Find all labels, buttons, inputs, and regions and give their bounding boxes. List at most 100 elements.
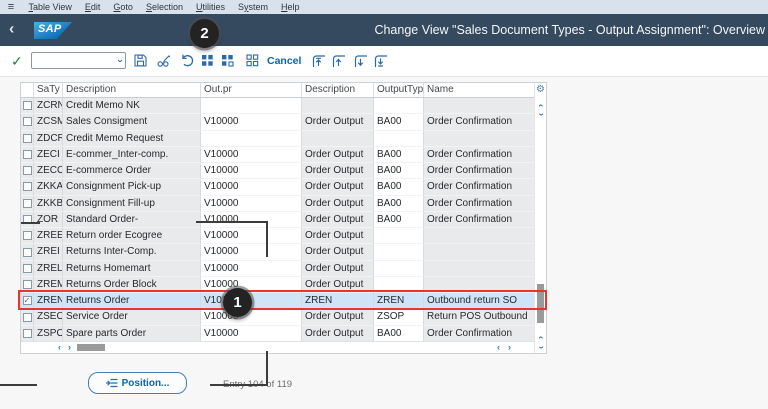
cell-saty[interactable]: ZREN [34, 293, 63, 310]
cell-outpr-input[interactable]: V10000 [201, 179, 302, 196]
header-saty[interactable]: SaTy [34, 83, 63, 97]
cell-outputtype-input[interactable]: BA00 [374, 114, 424, 131]
table-row-zrel[interactable]: ZREL Returns Homemart V10000 Order Output [21, 260, 546, 277]
chevron-down-icon[interactable]: ‹ [114, 59, 125, 62]
header-outputtype[interactable]: OutputType [374, 83, 424, 97]
cell-outputtype-input[interactable]: BA00 [374, 146, 424, 164]
row-checkbox[interactable] [21, 211, 34, 229]
cell-saty[interactable]: ZREL [34, 260, 63, 277]
table-row-zree[interactable]: ZREE Return order Ecogree V10000 Order Outp… [21, 228, 546, 245]
save-icon[interactable] [133, 53, 148, 68]
table-row-zeco[interactable]: ZECO E-commerce Order V10000 Order Output BA… [21, 163, 546, 180]
cell-saty[interactable]: ZCSM [34, 114, 63, 131]
row-checkbox[interactable] [21, 146, 34, 164]
table-row-zrem[interactable]: ZREM Returns Order Block V10000 Order Outpu… [21, 276, 546, 294]
scroll-down-icon[interactable]: ‹ [536, 343, 546, 353]
scroll-down-icon[interactable]: ‹ [536, 110, 546, 120]
select-all-icon[interactable] [245, 53, 260, 68]
table-row-zcsm[interactable]: ZCSM Sales Consigment V10000 Order Output BA… [21, 114, 546, 131]
cell-outputtype-input[interactable]: ZSOP [374, 309, 424, 326]
scroll-right-icon[interactable]: › [68, 343, 71, 352]
row-checkbox[interactable] [21, 114, 34, 131]
cell-outputtype-input[interactable]: BA00 [374, 163, 424, 180]
cell-saty[interactable]: ZOR [34, 211, 63, 229]
display-change-icon[interactable] [156, 53, 171, 68]
table-row-zseo[interactable]: ZSEO Service Order V10000 Order Output ZSOP R… [21, 309, 546, 326]
cell-saty[interactable]: ZSEO [34, 309, 63, 326]
next-page-icon[interactable] [353, 53, 368, 68]
scroll-up-icon[interactable]: ‹ [537, 333, 547, 343]
select-block-icon[interactable] [220, 53, 235, 68]
menu-icon[interactable]: ≡ [0, 0, 22, 14]
cell-saty[interactable]: ZREE [34, 228, 63, 245]
cell-outpr-input[interactable]: V10000 [201, 228, 302, 245]
cell-outputtype-input[interactable] [374, 276, 424, 294]
undo-icon[interactable] [180, 53, 195, 68]
menu-item-help[interactable]: Help [275, 0, 307, 14]
previous-page-icon[interactable] [331, 53, 346, 68]
row-checkbox[interactable] [21, 309, 34, 326]
row-checkbox[interactable] [21, 276, 34, 294]
choose-icon[interactable] [200, 53, 215, 68]
cell-outputtype-input[interactable] [374, 228, 424, 245]
horizontal-scrollbar[interactable]: ‹ › ‹ › [21, 341, 534, 353]
row-checkbox[interactable] [21, 244, 34, 261]
cell-saty[interactable]: ZSPO [34, 325, 63, 342]
row-checkbox[interactable] [21, 260, 34, 277]
row-checkbox[interactable] [21, 179, 34, 196]
row-checkbox[interactable] [21, 98, 34, 115]
menu-item-table-view[interactable]: Table View [22, 0, 78, 14]
cell-outpr-input[interactable]: V10000 [201, 309, 302, 326]
ok-icon[interactable]: ✓ [11, 53, 23, 70]
command-field[interactable]: ‹ [31, 52, 126, 69]
header-description[interactable]: Description [63, 83, 201, 97]
cell-outpr-input[interactable]: V10000 [201, 146, 302, 164]
last-page-icon[interactable] [373, 53, 388, 68]
cell-outputtype-input[interactable]: BA00 [374, 179, 424, 196]
cell-outputtype-input[interactable]: ZREN [374, 293, 424, 310]
row-checkbox[interactable] [21, 325, 34, 342]
cell-outpr-input[interactable]: V10000 [201, 244, 302, 261]
horizontal-scrollbar-thumb[interactable] [77, 344, 105, 351]
cell-outpr-input[interactable]: V10000 [201, 163, 302, 180]
cell-outputtype-input[interactable] [374, 244, 424, 261]
cell-saty[interactable]: ZREI [34, 244, 63, 261]
header-description2[interactable]: Description [302, 83, 374, 97]
cell-outpr-input[interactable] [201, 98, 302, 115]
table-row-zdcr[interactable]: ZDCR Credit Memo Request [21, 130, 546, 147]
scroll-left-icon[interactable]: ‹ [58, 343, 61, 352]
menu-item-selection[interactable]: Selection [139, 0, 189, 14]
cell-saty[interactable]: ZKKA [34, 179, 63, 196]
menu-item-system[interactable]: System [232, 0, 275, 14]
cell-outpr-input[interactable]: V10000 [201, 325, 302, 342]
cell-saty[interactable]: ZCRN [34, 98, 63, 115]
table-row-zren[interactable]: ✓ ZREN Returns Order V10100 ZREN ZREN Outbound… [21, 293, 546, 310]
menu-item-edit[interactable]: Edit [78, 0, 107, 14]
table-row-zspo[interactable]: ZSPO Spare parts Order V10000 Order Output B… [21, 325, 546, 342]
first-page-icon[interactable] [311, 53, 326, 68]
cell-outpr-input[interactable]: V10000 [201, 276, 302, 294]
cell-saty[interactable]: ZREM [34, 276, 63, 294]
cell-outputtype-input[interactable] [374, 98, 424, 115]
table-row-zkka[interactable]: ZKKA Consignment Pick-up V10000 Order Outpu… [21, 179, 546, 196]
scroll-right-icon[interactable]: › [508, 343, 511, 352]
cell-outpr-input[interactable]: V10000 [201, 260, 302, 277]
header-name[interactable]: Name [424, 83, 546, 97]
vertical-scrollbar[interactable]: ⚙ ‹ ‹ ‹ ‹ [534, 83, 547, 353]
cell-saty[interactable]: ZDCR [34, 130, 63, 147]
row-checkbox[interactable] [21, 228, 34, 245]
position-button[interactable]: Position... [88, 372, 187, 394]
menu-item-goto[interactable]: Goto [107, 0, 140, 14]
row-checkbox[interactable] [21, 130, 34, 147]
menu-item-utilities[interactable]: Utilities [189, 0, 231, 14]
table-row-zcrn[interactable]: ZCRN Credit Memo NK [21, 98, 546, 115]
table-row-zrei[interactable]: ZREI Returns Inter-Comp. V10000 Order Outpu… [21, 244, 546, 261]
cell-outpr-input[interactable]: V10000 [201, 114, 302, 131]
row-checkbox[interactable] [21, 195, 34, 212]
cell-outputtype-input[interactable]: BA00 [374, 195, 424, 212]
cell-outputtype-input[interactable] [374, 130, 424, 147]
cell-saty[interactable]: ZKKB [34, 195, 63, 212]
cell-outputtype-input[interactable]: BA00 [374, 325, 424, 342]
cell-outputtype-input[interactable] [374, 260, 424, 277]
cell-outpr-input[interactable]: V10000 [201, 211, 302, 229]
